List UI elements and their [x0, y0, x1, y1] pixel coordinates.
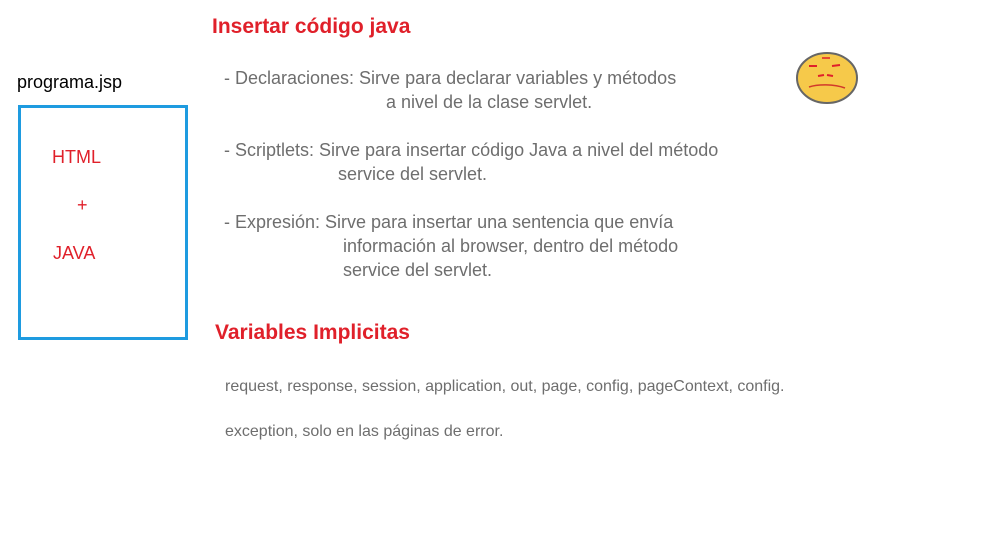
expresion-line-1: - Expresión: Sirve para insertar una sen… [224, 212, 674, 232]
confused-face-icon [796, 51, 860, 112]
section-title-insertar: Insertar código java [212, 15, 411, 38]
box-java-label: JAVA [53, 243, 96, 263]
file-name-label: programa.jsp [17, 72, 123, 92]
expresion-line-2: información al browser, dentro del métod… [343, 236, 679, 256]
exception-variable-note: exception, solo en las páginas de error. [225, 423, 504, 440]
declaraciones-line-1: - Declaraciones: Sirve para declarar var… [224, 68, 677, 88]
section-title-variables: Variables Implicitas [215, 321, 410, 344]
jsp-file-box [18, 105, 188, 340]
box-html-label: HTML [52, 147, 101, 167]
box-plus-label: + [77, 195, 88, 215]
scriptlets-line-1: - Scriptlets: Sirve para insertar código… [224, 140, 719, 160]
implicit-variables-list: request, response, session, application,… [225, 378, 785, 395]
expresion-line-3: service del servlet. [343, 260, 493, 280]
scriptlets-line-2: service del servlet. [338, 164, 488, 184]
declaraciones-line-2: a nivel de la clase servlet. [386, 92, 593, 112]
